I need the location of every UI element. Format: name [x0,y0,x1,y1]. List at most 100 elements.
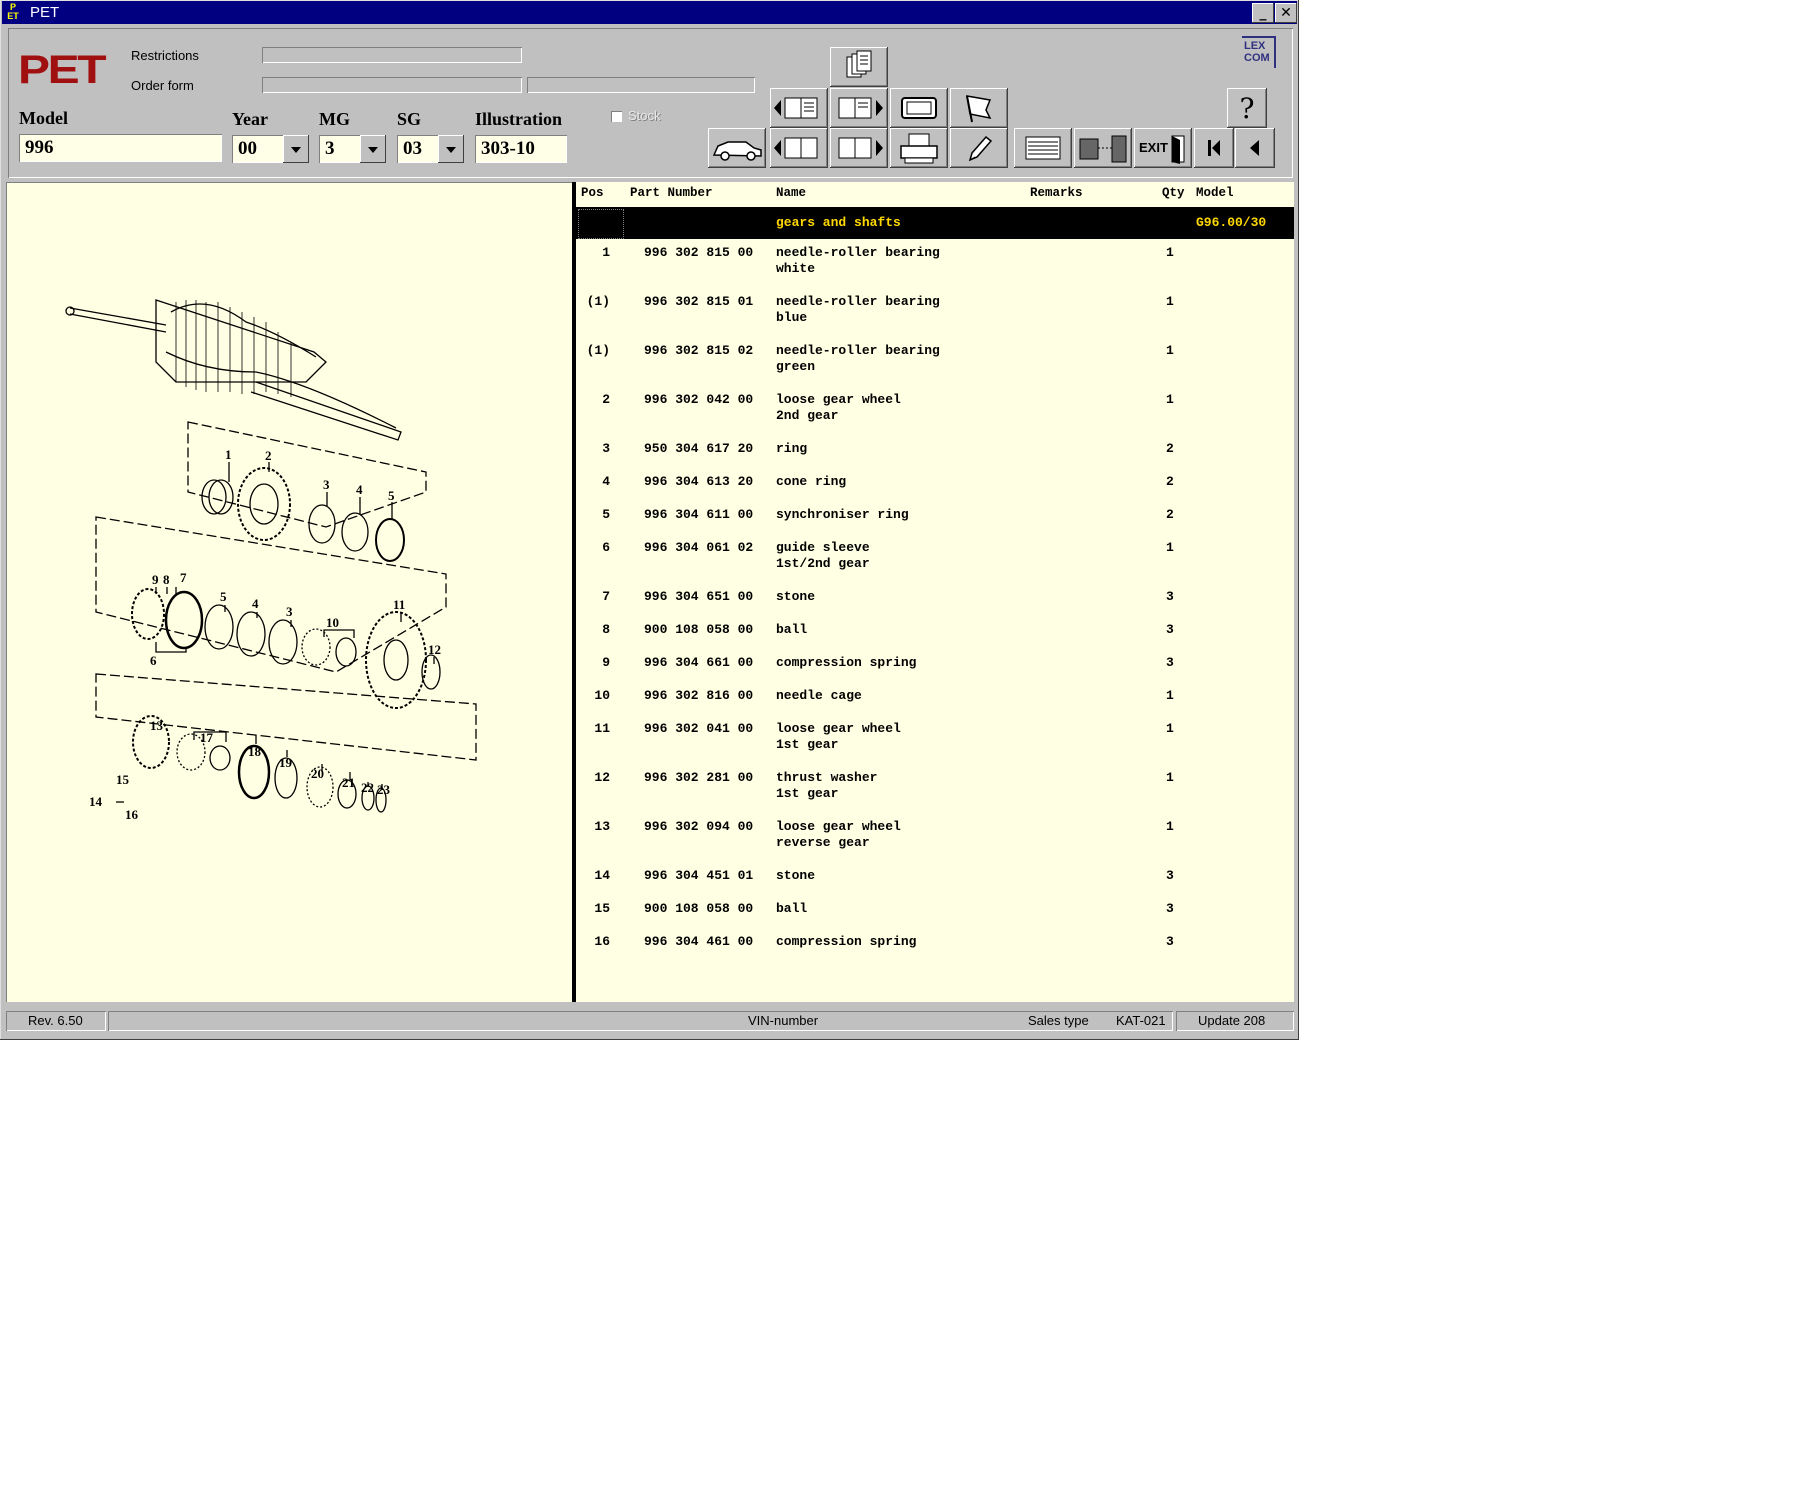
next-page-button[interactable] [830,128,888,168]
flag-button[interactable] [950,88,1008,128]
prev-illustration-button[interactable] [770,88,828,128]
prev-page-icon [774,97,818,119]
help-button[interactable]: ? [1227,88,1267,128]
callout-23: 23 [377,782,391,797]
year-dropdown-button[interactable] [283,135,309,163]
callout-13: 13 [150,718,164,733]
group-name: gears and shafts [776,215,901,230]
print-button[interactable] [890,128,948,168]
pencil-icon [968,135,993,162]
pos-cell: 5 [602,507,610,522]
first-icon [1208,140,1220,156]
pos-cell: 4 [602,474,610,489]
group-model: G96.00/30 [1196,215,1267,230]
qty-cell: 1 [1166,540,1174,555]
qty-cell: 1 [1166,721,1174,736]
svg-text:?: ? [1239,92,1254,125]
name-cell: stone [776,868,816,883]
window-title: PET [30,4,60,21]
name-cell: stone [776,589,816,604]
col-part-number: Part Number [630,186,713,200]
year-select[interactable]: 00 [232,135,284,163]
illustration-label: Illustration [475,109,563,129]
callout-20: 20 [311,766,324,781]
pos-cell: 15 [594,901,610,916]
group-selection-cell[interactable] [578,209,624,239]
car-icon [712,141,762,161]
window-button[interactable] [890,88,948,128]
vehicle-button[interactable] [708,128,766,168]
callout-22: 22 [361,780,374,795]
order-form-field[interactable] [262,77,522,93]
help-icon: ? [1239,92,1254,125]
qty-cell: 2 [1166,474,1174,489]
model-input[interactable]: 996 [19,134,222,162]
status-rev: Rev. 6.50 [6,1011,106,1031]
mg-select[interactable]: 3 [319,135,361,163]
part-number-cell: 996 304 451 01 [644,868,754,883]
group-header-row[interactable]: gears and shafts G96.00/30 [576,207,1294,239]
minimize-button[interactable]: _ [1252,3,1274,23]
callout-14: 14 [89,794,103,809]
sg-select[interactable]: 03 [397,135,439,163]
calculator-button[interactable] [1074,128,1132,168]
documents-button[interactable] [830,47,888,87]
name-detail-cell: green [776,359,816,374]
back-button[interactable] [1235,128,1275,168]
next-illustration-button[interactable] [830,88,888,128]
pos-cell: 11 [594,721,610,736]
part-number-cell: 996 302 815 00 [644,245,754,260]
list-button[interactable] [1014,128,1072,168]
name-cell: compression spring [776,934,917,949]
pos-cell: 9 [602,655,610,670]
mg-dropdown-button[interactable] [360,135,386,163]
qty-cell: 2 [1166,441,1174,456]
callout-15: 15 [116,772,130,787]
flag-icon [966,95,992,123]
col-qty: Qty [1162,186,1185,200]
part-number-cell: 996 304 613 20 [644,474,754,489]
callout-8: 8 [163,572,170,587]
illustration-input[interactable]: 303-10 [475,135,567,163]
callout-4b: 4 [252,596,259,611]
pos-cell: 13 [594,819,610,834]
qty-cell: 1 [1166,688,1174,703]
lexcom-logo[interactable]: LEX COM [1242,36,1276,68]
close-button[interactable]: ✕ [1275,3,1297,23]
model-label: Model [19,108,68,128]
name-detail-cell: 1st gear [776,786,839,801]
callout-17: 17 [200,730,214,745]
next-page-icon [838,137,883,159]
sg-dropdown-button[interactable] [438,135,464,163]
callout-7: 7 [180,570,187,585]
name-detail-cell: blue [776,310,808,325]
pos-cell: 8 [602,622,610,637]
pos-cell: 12 [594,770,610,785]
name-cell: ring [776,441,808,456]
status-main: VIN-number Sales type KAT-021 [108,1011,1173,1031]
pos-cell: 1 [602,245,610,260]
back-icon [1250,140,1259,156]
year-label: Year [232,109,268,129]
prev-page-button[interactable] [770,128,828,168]
first-button[interactable] [1194,128,1234,168]
col-name: Name [776,186,807,200]
pos-cell: 10 [594,688,610,703]
mg-label: MG [319,109,350,129]
name-cell: guide sleeve [776,540,870,555]
edit-button[interactable] [950,128,1008,168]
name-cell: loose gear wheel [776,721,901,736]
order-form-field-2[interactable] [527,77,755,93]
part-number-cell: 996 304 661 00 [644,655,754,670]
exit-button[interactable]: EXIT [1134,128,1192,168]
part-number-cell: 996 302 281 00 [644,770,754,785]
stock-checkbox[interactable] [611,111,622,122]
name-cell: needle-roller bearing [776,343,940,358]
list-icon [1025,136,1061,160]
callout-3b: 3 [286,604,293,619]
qty-cell: 1 [1166,819,1174,834]
name-cell: cone ring [776,474,847,489]
qty-cell: 1 [1166,343,1174,358]
name-detail-cell: 1st gear [776,737,839,752]
pos-cell: (1) [586,294,610,309]
